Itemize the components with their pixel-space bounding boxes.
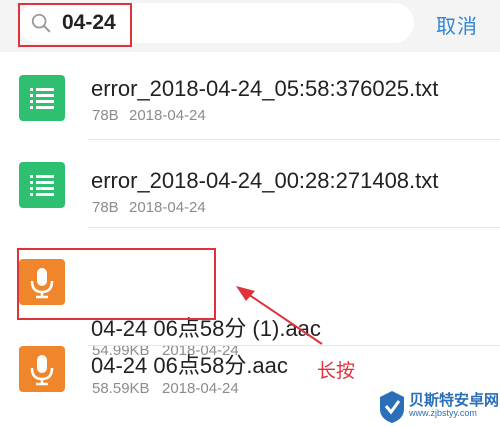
file-size: 78B <box>92 199 119 216</box>
document-list-icon <box>19 162 65 208</box>
file-name: 04-24 06点58分.aac <box>91 353 288 378</box>
file-size: 78B <box>92 107 119 124</box>
file-date: 2018-04-24 <box>129 107 206 124</box>
file-date: 2018-04-24 <box>162 380 239 397</box>
file-size: 58.59KB <box>92 380 150 397</box>
list-item[interactable]: error_2018-04-24_00:28:271408.txt 78B 20… <box>0 140 500 228</box>
search-bar: 取消 <box>0 0 500 52</box>
list-item[interactable]: error_2018-04-24_05:58:376025.txt 78B 20… <box>0 52 500 140</box>
watermark-url: www.zjbstyy.com <box>409 408 477 418</box>
search-input[interactable] <box>62 7 392 39</box>
annotation-label: 长按 <box>317 361 356 382</box>
search-icon <box>31 13 51 33</box>
list-item[interactable]: 04-24 06点58分 (1).aac 54.99KB 2018-04-24 <box>0 228 500 359</box>
file-name: error_2018-04-24_05:58:376025.txt <box>91 76 439 101</box>
document-list-icon <box>19 75 65 121</box>
file-name: error_2018-04-24_00:28:271408.txt <box>91 168 439 193</box>
cancel-button[interactable]: 取消 <box>436 10 478 39</box>
search-field[interactable] <box>18 3 414 43</box>
watermark-text: 贝斯特安卓网 <box>409 392 500 409</box>
file-date: 2018-04-24 <box>129 199 206 216</box>
microphone-icon <box>19 259 65 305</box>
microphone-icon <box>19 346 65 392</box>
